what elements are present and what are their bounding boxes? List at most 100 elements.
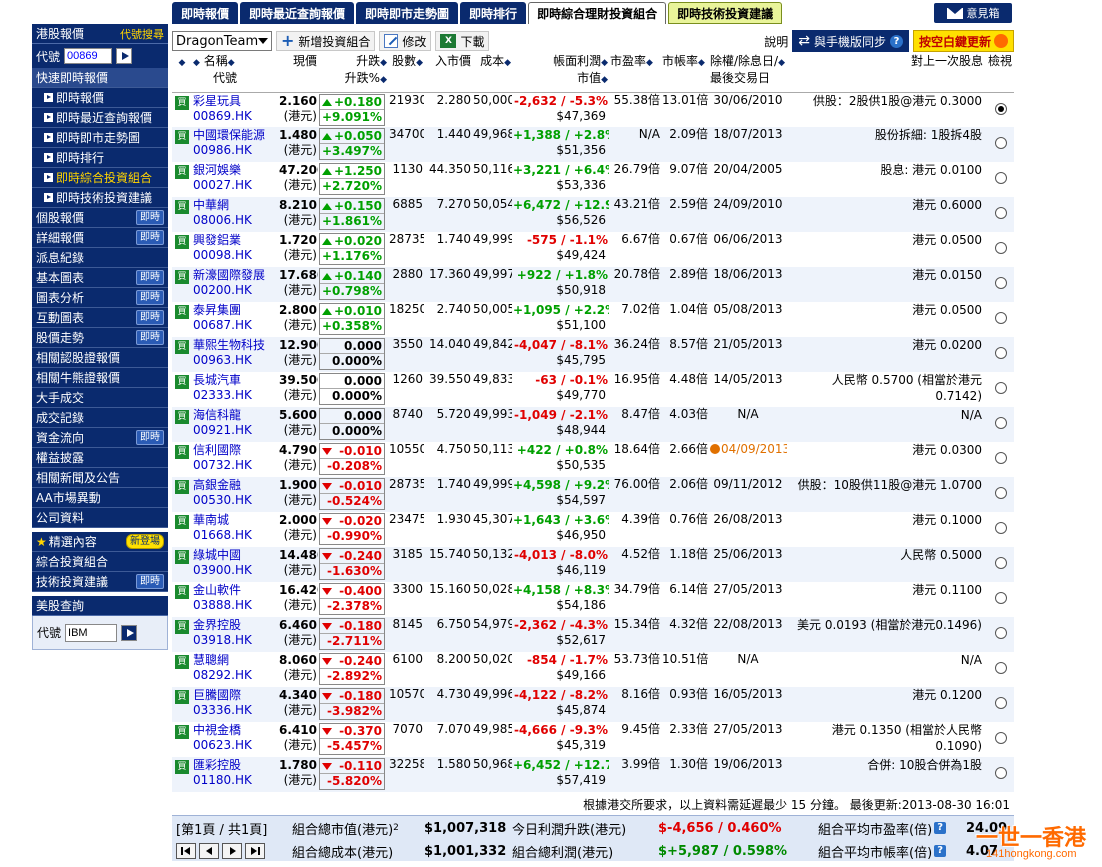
stock-name[interactable]: 綠城中國 [193, 547, 277, 563]
stock-name[interactable]: 長城汽車 [193, 372, 277, 388]
buy-button[interactable]: 買 [175, 95, 189, 110]
view-radio[interactable] [994, 207, 1007, 219]
stock-code[interactable]: 00027.HK [193, 178, 277, 193]
header-pb[interactable]: 市帳率◆ [661, 54, 709, 92]
next-page-button[interactable] [222, 843, 242, 859]
stock-code[interactable]: 00530.HK [193, 493, 277, 508]
sidebar-item[interactable]: AA市場異動 [32, 488, 168, 508]
buy-button[interactable]: 買 [175, 480, 189, 494]
portfolio-select[interactable]: DragonTeam [172, 31, 272, 51]
code-search-link[interactable]: 代號搜尋 [120, 26, 164, 42]
stock-name[interactable]: 信利國際 [193, 442, 277, 458]
stock-code[interactable]: 00098.HK [193, 248, 277, 263]
stock-name[interactable]: 巨騰國際 [193, 687, 277, 703]
sidebar-item[interactable]: 互動圖表 即時 [32, 308, 168, 328]
view-radio[interactable] [994, 137, 1007, 149]
buy-button[interactable]: 買 [175, 445, 189, 459]
stock-code[interactable]: 02333.HK [193, 388, 277, 403]
code-go-icon[interactable] [116, 48, 133, 64]
sidebar-item[interactable]: 基本圖表 即時 [32, 268, 168, 288]
header-price[interactable]: 現價 [278, 54, 318, 92]
buy-button[interactable]: 買 [175, 200, 189, 214]
sidebar-item[interactable]: 個股報價 即時 [32, 208, 168, 228]
help-icon[interactable]: ? [934, 845, 947, 857]
stock-name[interactable]: 興發鋁業 [193, 232, 277, 248]
edit-button[interactable]: 修改 [379, 31, 432, 51]
stock-code[interactable]: 03336.HK [193, 703, 277, 718]
view-radio[interactable] [994, 277, 1007, 289]
stock-name[interactable]: 中視金橋 [193, 722, 277, 738]
space-refresh-button[interactable]: 按空白鍵更新 [912, 30, 1014, 52]
sidebar-item[interactable]: 派息紀錄 [32, 248, 168, 268]
first-page-button[interactable] [176, 843, 196, 859]
header-shares[interactable]: 股數◆ [388, 54, 424, 92]
header-ex-date[interactable]: 除權/除息日/◆ 最後交易日 [709, 54, 787, 92]
stock-code[interactable]: 08006.HK [193, 213, 277, 228]
featured-item[interactable]: 綜合投資組合 [32, 552, 168, 572]
sidebar-item[interactable]: 權益披露 [32, 448, 168, 468]
stock-code[interactable]: 00623.HK [193, 738, 277, 753]
help-link[interactable]: 說明 [764, 33, 788, 50]
featured-item[interactable]: 技術投資建議 即時 [32, 572, 168, 592]
header-change[interactable]: 升跌◆ 升跌%◆ [318, 54, 388, 92]
quick-quote-item[interactable]: 即時排行 [32, 148, 168, 168]
prev-page-button[interactable] [199, 843, 219, 859]
add-portfolio-button[interactable]: + 新增投資組合 [276, 31, 376, 51]
header-pe[interactable]: 市盈率◆ [609, 54, 661, 92]
stock-name[interactable]: 金山軟件 [193, 582, 277, 598]
tab-intraday-chart[interactable]: 即時即市走勢圖 [356, 2, 459, 24]
download-button[interactable]: X 下載 [435, 31, 490, 51]
buy-button[interactable]: 買 [175, 725, 189, 739]
stock-name[interactable]: 中華網 [193, 197, 277, 213]
sidebar-item[interactable]: 成交記錄 [32, 408, 168, 428]
tab-portfolio[interactable]: 即時綜合理財投資組合 [528, 2, 667, 24]
stock-name[interactable]: 銀河娛樂 [193, 162, 277, 178]
sidebar-item[interactable]: 相關新聞及公告 [32, 468, 168, 488]
view-radio[interactable] [994, 312, 1007, 324]
stock-name[interactable]: 慧聰網 [193, 652, 277, 668]
view-radio[interactable] [994, 557, 1007, 569]
stock-name[interactable]: 華熙生物科技 [193, 337, 277, 353]
stock-code[interactable]: 03888.HK [193, 598, 277, 613]
sidebar-item[interactable]: 相關認股證報價 [32, 348, 168, 368]
stock-code[interactable]: 08292.HK [193, 668, 277, 683]
view-radio[interactable] [994, 102, 1007, 115]
stock-code[interactable]: 01668.HK [193, 528, 277, 543]
view-radio[interactable] [994, 417, 1007, 429]
stock-name[interactable]: 中國環保能源 [193, 127, 277, 143]
header-entry-price[interactable]: 入市價 [424, 54, 472, 92]
last-page-button[interactable] [245, 843, 265, 859]
buy-button[interactable]: 買 [175, 585, 189, 599]
view-radio[interactable] [994, 697, 1007, 709]
buy-button[interactable]: 買 [175, 305, 189, 319]
stock-code[interactable]: 00200.HK [193, 283, 277, 298]
view-radio[interactable] [994, 242, 1007, 254]
sidebar-item[interactable]: 大手成交 [32, 388, 168, 408]
view-radio[interactable] [994, 487, 1007, 499]
quick-quote-item[interactable]: 即時報價 [32, 88, 168, 108]
feedback-button[interactable]: 意見箱 [934, 3, 1012, 23]
sidebar-item[interactable]: 詳細報價 即時 [32, 228, 168, 248]
stock-name[interactable]: 海信科龍 [193, 407, 277, 423]
buy-button[interactable]: 買 [175, 655, 189, 669]
stock-name[interactable]: 華南城 [193, 512, 277, 528]
view-radio[interactable] [994, 767, 1007, 779]
view-radio[interactable] [994, 732, 1007, 744]
buy-button[interactable]: 買 [175, 165, 189, 179]
tab-recent-quote[interactable]: 即時最近查詢報價 [240, 2, 355, 24]
buy-button[interactable]: 買 [175, 410, 189, 424]
quick-quote-item[interactable]: 即時技術投資建議 [32, 188, 168, 208]
sidebar-item[interactable]: 相關牛熊證報價 [32, 368, 168, 388]
us-go-icon[interactable] [121, 624, 138, 641]
quick-quote-item[interactable]: 即時即市走勢圖 [32, 128, 168, 148]
buy-button[interactable]: 買 [175, 235, 189, 249]
tab-technical-advice[interactable]: 即時技術投資建議 [668, 2, 783, 24]
code-input[interactable]: 00869 [64, 48, 113, 64]
stock-code[interactable]: 03918.HK [193, 633, 277, 648]
view-radio[interactable] [994, 522, 1007, 534]
tab-realtime-quote[interactable]: 即時報價 [172, 2, 239, 24]
buy-button[interactable]: 買 [175, 690, 189, 704]
sidebar-item[interactable]: 股價走勢 即時 [32, 328, 168, 348]
quick-quote-item[interactable]: 即時綜合投資組合 [32, 168, 168, 188]
stock-name[interactable]: 金界控股 [193, 617, 277, 633]
